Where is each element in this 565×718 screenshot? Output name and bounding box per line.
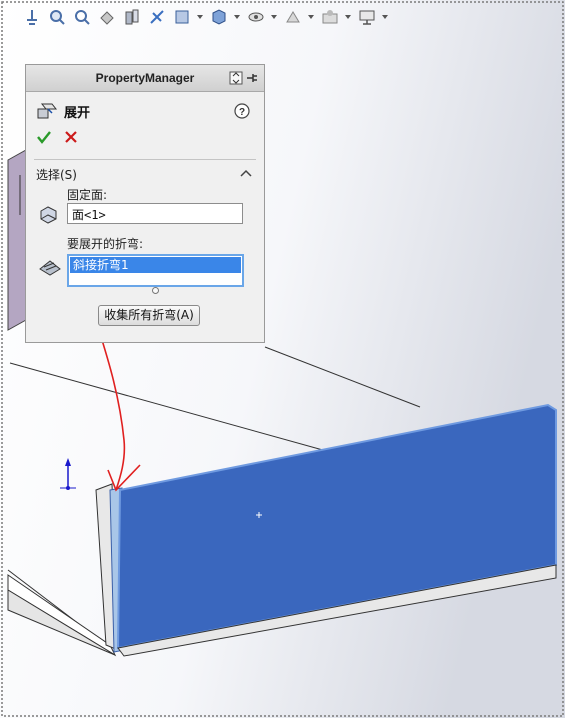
apply-scene-icon[interactable] <box>320 7 340 27</box>
display-style-icon[interactable] <box>209 7 229 27</box>
property-manager-title: PropertyManager <box>95 71 195 85</box>
view-orientation-dropdown-icon[interactable] <box>197 7 203 27</box>
origin-point <box>66 486 70 490</box>
chevron-up-icon[interactable] <box>240 168 252 178</box>
hide-show-icon[interactable] <box>246 7 266 27</box>
view-orientation-icon[interactable] <box>172 7 192 27</box>
bend-list-item[interactable]: 斜接折弯1 <box>70 257 241 273</box>
property-manager-header: PropertyManager <box>26 65 264 92</box>
property-manager-panel: PropertyManager 展开 ? 选择(S) 固定面: 面<1> 要展开… <box>25 64 265 343</box>
property-manager-header-buttons <box>228 70 260 86</box>
feature-title: 展开 <box>64 105 91 121</box>
pin-icon[interactable] <box>244 70 260 86</box>
list-resize-handle[interactable] <box>152 287 159 294</box>
fixed-face-input[interactable]: 面<1> <box>67 203 243 224</box>
section-divider <box>34 159 256 160</box>
help-icon[interactable]: ? <box>234 103 250 119</box>
expand-panel-icon[interactable] <box>228 70 244 86</box>
hide-show-dropdown-icon[interactable] <box>271 7 277 27</box>
selection-section-title: 选择(S) <box>36 168 77 182</box>
section-view-icon[interactable] <box>122 7 142 27</box>
fixed-face-icon <box>40 206 57 224</box>
zoom-area-icon[interactable] <box>72 7 92 27</box>
feature-header: 展开 <box>36 101 90 121</box>
bends-to-unfold-label: 要展开的折弯: <box>67 237 144 251</box>
view-settings-icon[interactable] <box>357 7 377 27</box>
display-style-dropdown-icon[interactable] <box>234 7 240 27</box>
unfold-feature-icon <box>37 103 58 119</box>
previous-view-icon[interactable] <box>97 7 117 27</box>
main-window: PropertyManager 展开 ? 选择(S) 固定面: 面<1> 要展开… <box>0 0 565 718</box>
bends-icon <box>39 260 61 276</box>
apply-scene-dropdown-icon[interactable] <box>345 7 351 27</box>
dynamic-annotation-icon[interactable] <box>147 7 167 27</box>
cancel-x-icon[interactable] <box>63 129 79 145</box>
fixed-face-label: 固定面: <box>67 188 108 202</box>
bends-list[interactable]: 斜接折弯1 <box>67 254 244 287</box>
ok-checkmark-icon[interactable] <box>36 129 52 145</box>
edit-appearance-dropdown-icon[interactable] <box>308 7 314 27</box>
edit-appearance-icon[interactable] <box>283 7 303 27</box>
back-wall-face <box>7 149 27 331</box>
view-toolbar <box>22 4 442 30</box>
normal-to-icon[interactable] <box>22 7 42 27</box>
zoom-to-fit-icon[interactable] <box>47 7 67 27</box>
svg-text:?: ? <box>239 107 245 118</box>
view-settings-dropdown-icon[interactable] <box>382 7 388 27</box>
collect-all-bends-button[interactable]: 收集所有折弯(A) <box>98 305 200 326</box>
